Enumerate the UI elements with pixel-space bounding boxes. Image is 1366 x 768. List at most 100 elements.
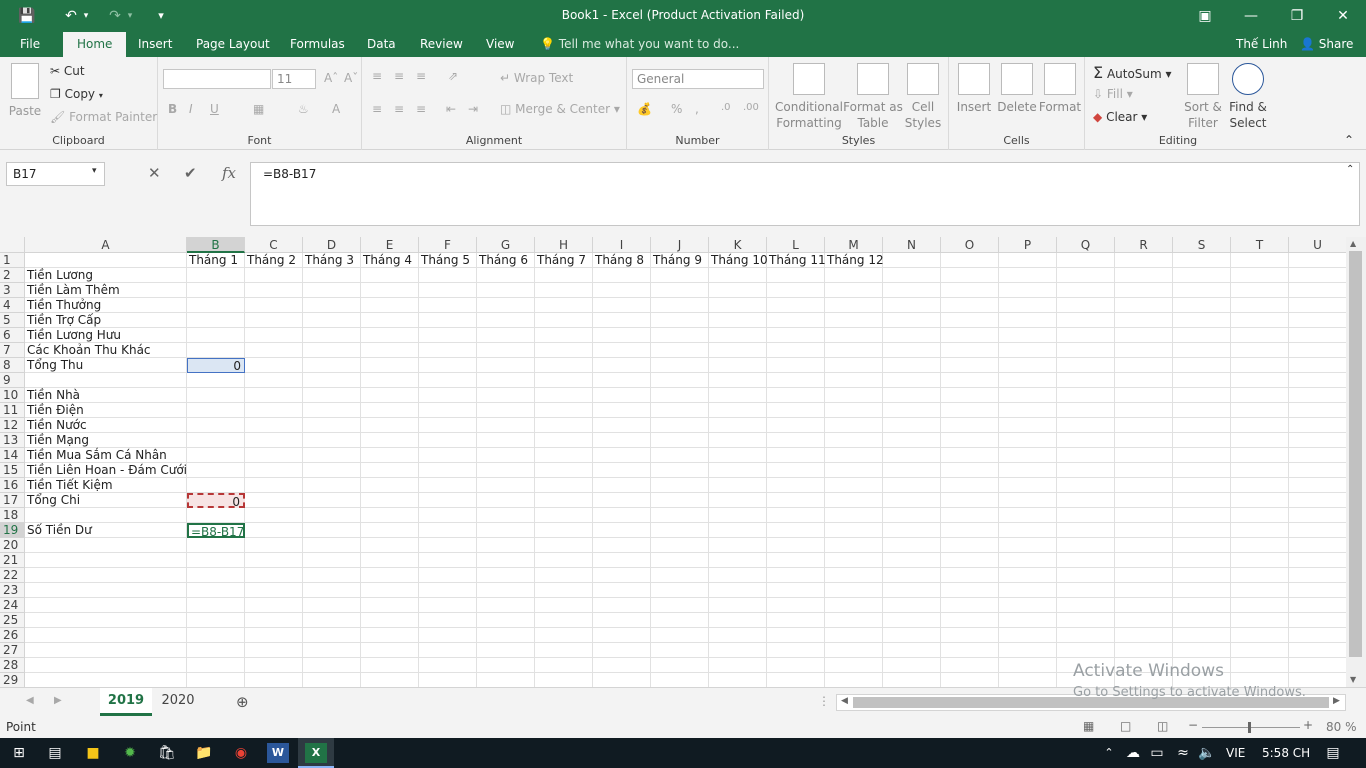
cell-o2[interactable] <box>941 268 999 283</box>
cell-g21[interactable] <box>477 553 535 568</box>
bold-button[interactable]: B <box>168 102 177 116</box>
cell-h1[interactable]: Tháng 7 <box>535 253 593 268</box>
cell-c17[interactable] <box>245 493 303 508</box>
input-language[interactable]: VIE <box>1226 746 1245 760</box>
cell-p7[interactable] <box>999 343 1057 358</box>
cell-m18[interactable] <box>825 508 883 523</box>
cell-s27[interactable] <box>1173 643 1231 658</box>
cell-n21[interactable] <box>883 553 941 568</box>
cell-m26[interactable] <box>825 628 883 643</box>
cell-q4[interactable] <box>1057 298 1115 313</box>
cell-k24[interactable] <box>709 598 767 613</box>
cell-k5[interactable] <box>709 313 767 328</box>
cell-n2[interactable] <box>883 268 941 283</box>
cell-o24[interactable] <box>941 598 999 613</box>
column-header-p[interactable]: P <box>999 237 1057 253</box>
cell-l25[interactable] <box>767 613 825 628</box>
cell-s8[interactable] <box>1173 358 1231 373</box>
cell-n15[interactable] <box>883 463 941 478</box>
row-header-1[interactable]: 1 <box>0 253 25 268</box>
cell-e21[interactable] <box>361 553 419 568</box>
cell-t12[interactable] <box>1231 418 1289 433</box>
sticky-notes-icon[interactable]: ■ <box>82 743 104 763</box>
cell-j4[interactable] <box>651 298 709 313</box>
font-size-combo[interactable]: 11 <box>272 69 316 89</box>
cell-h18[interactable] <box>535 508 593 523</box>
cell-j2[interactable] <box>651 268 709 283</box>
cell-o14[interactable] <box>941 448 999 463</box>
cell-q19[interactable] <box>1057 523 1115 538</box>
cell-f28[interactable] <box>419 658 477 673</box>
row-header-27[interactable]: 27 <box>0 643 25 658</box>
cell-h21[interactable] <box>535 553 593 568</box>
cell-c24[interactable] <box>245 598 303 613</box>
cell-m9[interactable] <box>825 373 883 388</box>
cell-h22[interactable] <box>535 568 593 583</box>
cell-m10[interactable] <box>825 388 883 403</box>
cell-q13[interactable] <box>1057 433 1115 448</box>
cell-p2[interactable] <box>999 268 1057 283</box>
cell-o25[interactable] <box>941 613 999 628</box>
cell-k11[interactable] <box>709 403 767 418</box>
cell-d25[interactable] <box>303 613 361 628</box>
cell-e17[interactable] <box>361 493 419 508</box>
cell-a1[interactable] <box>25 253 187 268</box>
cell-f25[interactable] <box>419 613 477 628</box>
row-header-17[interactable]: 17 <box>0 493 25 508</box>
cell-f26[interactable] <box>419 628 477 643</box>
cell-a18[interactable] <box>25 508 187 523</box>
cell-e29[interactable] <box>361 673 419 687</box>
cell-k29[interactable] <box>709 673 767 687</box>
cell-o21[interactable] <box>941 553 999 568</box>
cell-t2[interactable] <box>1231 268 1289 283</box>
cell-q17[interactable] <box>1057 493 1115 508</box>
store-icon[interactable]: 🛍 <box>156 743 178 763</box>
row-header-24[interactable]: 24 <box>0 598 25 613</box>
sort-filter-button[interactable]: Sort & Filter <box>1181 63 1225 131</box>
onedrive-icon[interactable]: ☁ <box>1122 743 1144 763</box>
name-box-dropdown-icon[interactable]: ▾ <box>92 166 97 176</box>
cell-f5[interactable] <box>419 313 477 328</box>
cell-u27[interactable] <box>1289 643 1346 658</box>
cell-b18[interactable] <box>187 508 245 523</box>
cell-t18[interactable] <box>1231 508 1289 523</box>
cell-k16[interactable] <box>709 478 767 493</box>
cell-e20[interactable] <box>361 538 419 553</box>
cell-c18[interactable] <box>245 508 303 523</box>
cell-o23[interactable] <box>941 583 999 598</box>
cell-b6[interactable] <box>187 328 245 343</box>
close-icon[interactable]: ✕ <box>1320 0 1366 32</box>
cell-b11[interactable] <box>187 403 245 418</box>
cell-k28[interactable] <box>709 658 767 673</box>
cell-p25[interactable] <box>999 613 1057 628</box>
zoom-in-icon[interactable]: + <box>1303 718 1313 732</box>
cell-f6[interactable] <box>419 328 477 343</box>
cell-p15[interactable] <box>999 463 1057 478</box>
cell-m15[interactable] <box>825 463 883 478</box>
cell-a11[interactable]: Tiền Điện <box>25 403 187 418</box>
cell-p13[interactable] <box>999 433 1057 448</box>
column-header-c[interactable]: C <box>245 237 303 253</box>
cell-n24[interactable] <box>883 598 941 613</box>
fill-color-icon[interactable]: ♨ <box>298 102 309 116</box>
cell-b4[interactable] <box>187 298 245 313</box>
cell-l28[interactable] <box>767 658 825 673</box>
cell-j12[interactable] <box>651 418 709 433</box>
cell-d21[interactable] <box>303 553 361 568</box>
cell-l19[interactable] <box>767 523 825 538</box>
minimize-icon[interactable]: — <box>1228 0 1274 32</box>
cell-r4[interactable] <box>1115 298 1173 313</box>
cell-d23[interactable] <box>303 583 361 598</box>
cell-s6[interactable] <box>1173 328 1231 343</box>
align-middle-icon[interactable]: ≡ <box>394 69 404 83</box>
cell-t24[interactable] <box>1231 598 1289 613</box>
cell-h3[interactable] <box>535 283 593 298</box>
cell-d28[interactable] <box>303 658 361 673</box>
cell-r1[interactable] <box>1115 253 1173 268</box>
cell-r23[interactable] <box>1115 583 1173 598</box>
cell-l5[interactable] <box>767 313 825 328</box>
vertical-scrollbar[interactable]: ▲ ▼ <box>1346 237 1366 687</box>
cell-j11[interactable] <box>651 403 709 418</box>
cell-p24[interactable] <box>999 598 1057 613</box>
cell-q7[interactable] <box>1057 343 1115 358</box>
